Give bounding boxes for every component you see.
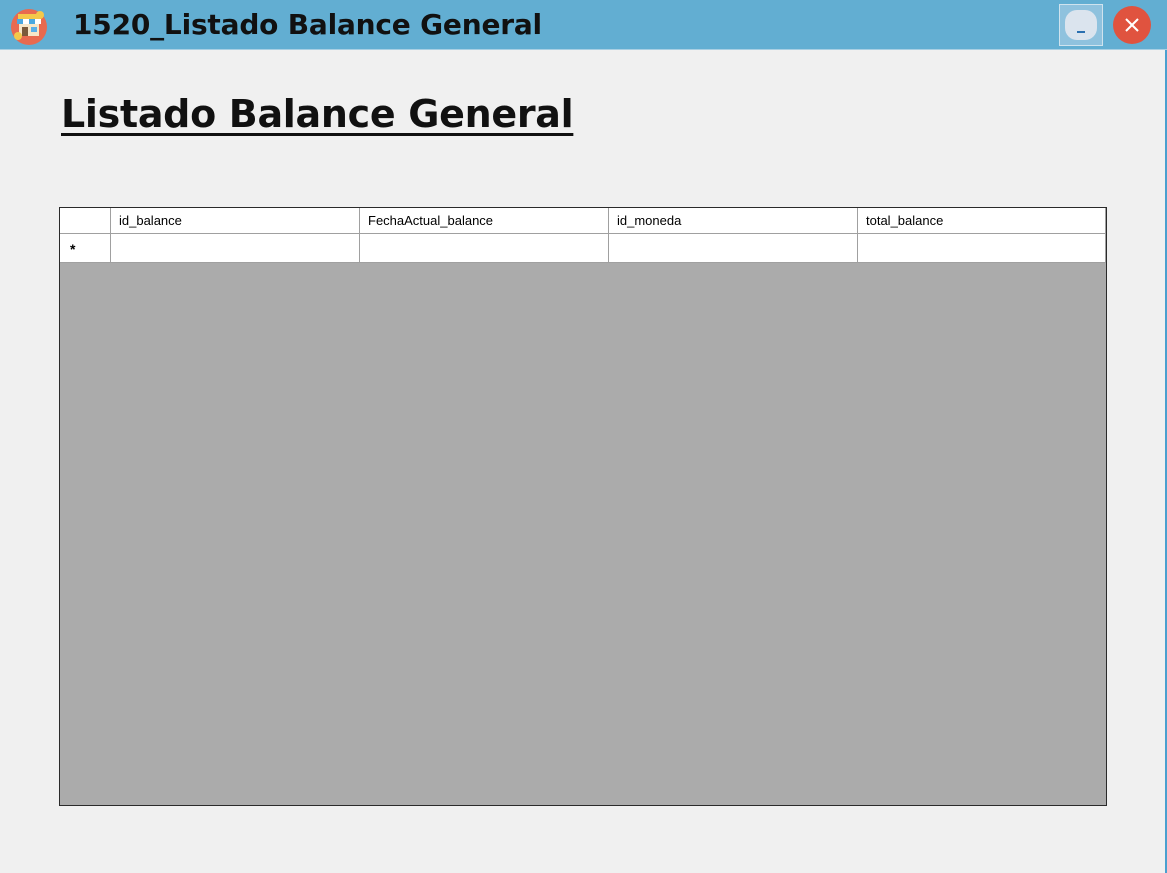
new-row-marker[interactable]: *	[60, 234, 111, 263]
column-header-fecha-actual-balance[interactable]: FechaActual_balance	[360, 208, 609, 234]
new-row[interactable]: *	[60, 234, 1106, 263]
cell-id-balance[interactable]	[111, 234, 360, 263]
column-header-id-balance[interactable]: id_balance	[111, 208, 360, 234]
new-row-asterisk: *	[70, 241, 76, 257]
cell-fecha-actual-balance[interactable]	[360, 234, 609, 263]
cell-total-balance[interactable]	[858, 234, 1106, 263]
grid-header-row: id_balance FechaActual_balance id_moneda…	[60, 208, 1106, 234]
close-button[interactable]	[1110, 4, 1154, 46]
row-header-corner[interactable]	[60, 208, 111, 234]
title-bar[interactable]: 1520_Listado Balance General	[0, 0, 1167, 50]
app-window: 1520_Listado Balance General Listado Bal…	[0, 0, 1167, 873]
minimize-icon	[1065, 10, 1097, 40]
balance-data-grid[interactable]: id_balance FechaActual_balance id_moneda…	[59, 207, 1107, 806]
store-icon	[11, 9, 47, 45]
close-icon	[1125, 18, 1139, 32]
minimize-button[interactable]	[1059, 4, 1103, 46]
page-title: Listado Balance General	[61, 92, 574, 136]
window-title: 1520_Listado Balance General	[73, 8, 542, 41]
column-header-total-balance[interactable]: total_balance	[858, 208, 1106, 234]
cell-id-moneda[interactable]	[609, 234, 858, 263]
column-header-id-moneda[interactable]: id_moneda	[609, 208, 858, 234]
